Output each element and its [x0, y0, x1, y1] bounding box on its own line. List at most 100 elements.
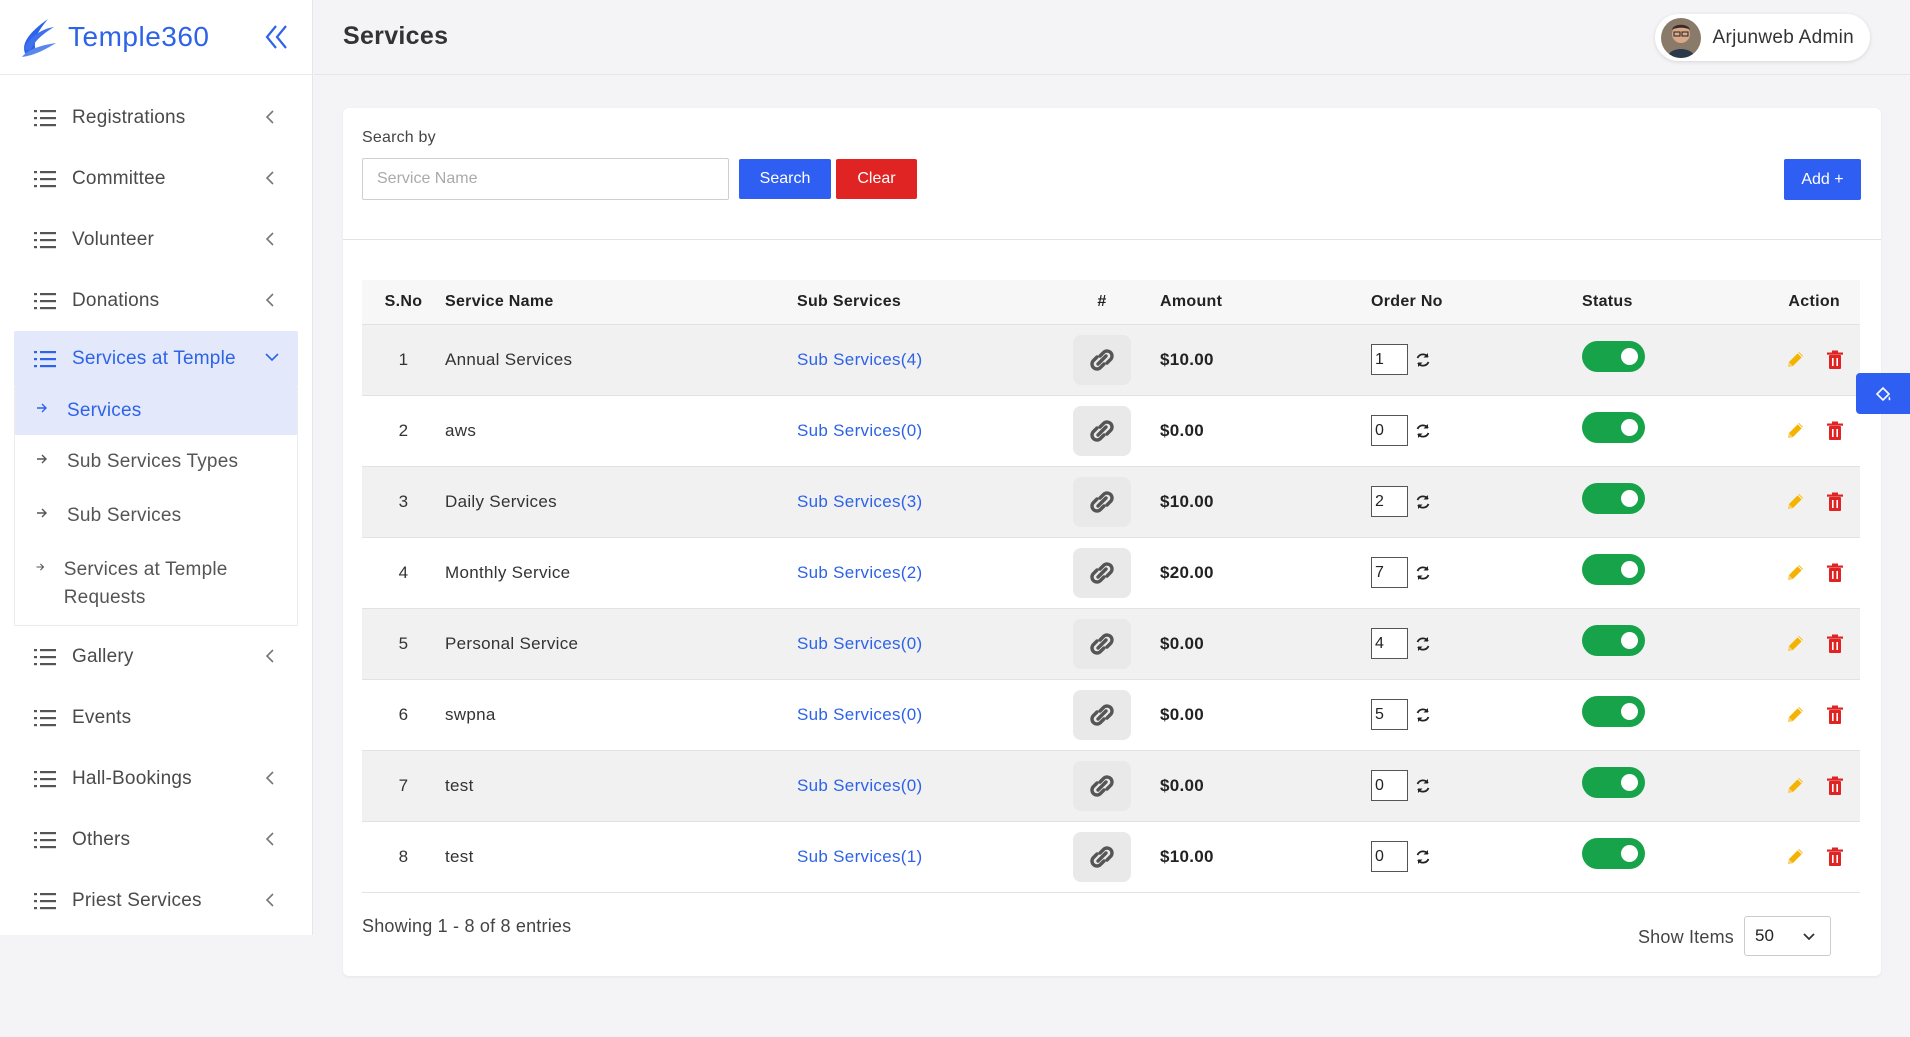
delete-icon[interactable]: [1824, 420, 1846, 442]
status-toggle[interactable]: [1582, 696, 1645, 727]
order-no-input[interactable]: [1371, 841, 1408, 872]
sidebar-subitem-label: Sub Services: [67, 505, 182, 526]
search-button[interactable]: Search: [739, 159, 831, 199]
sidebar-item-donations[interactable]: Donations: [0, 270, 312, 331]
cell-sno: 5: [398, 633, 409, 653]
copy-link-button[interactable]: [1073, 405, 1131, 456]
copy-link-button[interactable]: [1073, 760, 1131, 811]
clear-button[interactable]: Clear: [836, 159, 917, 199]
status-toggle[interactable]: [1582, 767, 1645, 798]
copy-link-button[interactable]: [1073, 476, 1131, 527]
table-row: 4 Monthly Service Sub Services(2) $20.00: [362, 537, 1860, 608]
order-no-input[interactable]: [1371, 770, 1408, 801]
delete-icon[interactable]: [1824, 846, 1846, 868]
order-no-input[interactable]: [1371, 486, 1408, 517]
link-icon: [1090, 845, 1114, 868]
sub-services-link[interactable]: Sub Services(3): [797, 492, 922, 511]
refresh-icon[interactable]: [1414, 564, 1432, 582]
sidebar-item-gallery[interactable]: Gallery: [0, 626, 312, 687]
sidebar: Temple360 Registrations Committee Volunt…: [0, 0, 313, 935]
user-menu[interactable]: Arjunweb Admin: [1654, 14, 1870, 61]
sidebar-subitem-services-requests[interactable]: Services at Temple Requests: [15, 543, 297, 625]
sidebar-item-committee[interactable]: Committee: [0, 148, 312, 209]
list-icon: [34, 770, 56, 787]
status-toggle[interactable]: [1582, 412, 1645, 443]
status-toggle[interactable]: [1582, 838, 1645, 869]
cell-service-name: swpna: [445, 704, 496, 724]
edit-icon[interactable]: [1784, 775, 1806, 797]
sidebar-item-label: Hall-Bookings: [72, 767, 192, 789]
order-no-input[interactable]: [1371, 344, 1408, 375]
copy-link-button[interactable]: [1073, 618, 1131, 669]
sidebar-subitem-services[interactable]: Services: [15, 387, 297, 435]
order-no-input[interactable]: [1371, 699, 1408, 730]
theme-customizer-button[interactable]: [1856, 373, 1910, 414]
copy-link-button[interactable]: [1073, 689, 1131, 740]
cell-service-name: aws: [445, 420, 477, 440]
sub-services-link[interactable]: Sub Services(0): [797, 634, 922, 653]
sidebar-item-services-at-temple[interactable]: Services at Temple: [14, 331, 298, 387]
sidebar-item-volunteer[interactable]: Volunteer: [0, 209, 312, 270]
edit-icon[interactable]: [1784, 491, 1806, 513]
delete-icon[interactable]: [1824, 775, 1846, 797]
order-no-input[interactable]: [1371, 628, 1408, 659]
sidebar-subitem-label: Services at Temple Requests: [63, 559, 228, 608]
delete-icon[interactable]: [1824, 562, 1846, 584]
delete-icon[interactable]: [1824, 633, 1846, 655]
search-input[interactable]: [362, 158, 729, 200]
copy-link-button[interactable]: [1073, 334, 1131, 385]
status-toggle[interactable]: [1582, 483, 1645, 514]
column-header-amount: Amount: [1160, 292, 1223, 310]
status-toggle[interactable]: [1582, 625, 1645, 656]
order-no-input[interactable]: [1371, 415, 1408, 446]
order-no-input[interactable]: [1371, 557, 1408, 588]
page-size-value: 50: [1755, 926, 1774, 945]
delete-icon[interactable]: [1824, 491, 1846, 513]
delete-icon[interactable]: [1824, 349, 1846, 371]
arrow-right-icon: [36, 563, 45, 571]
sidebar-item-hall-bookings[interactable]: Hall-Bookings: [0, 748, 312, 809]
arrow-right-icon: [37, 508, 47, 518]
edit-icon[interactable]: [1784, 349, 1806, 371]
sidebar-subitem-sub-services-types[interactable]: Sub Services Types: [15, 435, 297, 489]
table-row: 8 test Sub Services(1) $10.00: [362, 821, 1860, 892]
sidebar-item-others[interactable]: Others: [0, 809, 312, 870]
cell-amount: $0.00: [1160, 704, 1205, 724]
list-icon: [34, 351, 56, 368]
edit-icon[interactable]: [1784, 562, 1806, 584]
sidebar-item-label: Events: [72, 706, 132, 728]
chevron-left-icon: [265, 110, 274, 124]
edit-icon[interactable]: [1784, 704, 1806, 726]
status-toggle[interactable]: [1582, 554, 1645, 585]
edit-icon[interactable]: [1784, 633, 1806, 655]
refresh-icon[interactable]: [1414, 422, 1432, 440]
sub-services-link[interactable]: Sub Services(1): [797, 847, 922, 866]
refresh-icon[interactable]: [1414, 351, 1432, 369]
delete-icon[interactable]: [1824, 704, 1846, 726]
copy-link-button[interactable]: [1073, 547, 1131, 598]
refresh-icon[interactable]: [1414, 777, 1432, 795]
sidebar-item-registrations[interactable]: Registrations: [0, 87, 312, 148]
refresh-icon[interactable]: [1414, 848, 1432, 866]
edit-icon[interactable]: [1784, 420, 1806, 442]
sub-services-link[interactable]: Sub Services(0): [797, 705, 922, 724]
refresh-icon[interactable]: [1414, 635, 1432, 653]
refresh-icon[interactable]: [1414, 493, 1432, 511]
sidebar-item-priest-services[interactable]: Priest Services: [0, 870, 312, 931]
collapse-sidebar-icon[interactable]: [264, 22, 290, 52]
sub-services-link[interactable]: Sub Services(4): [797, 350, 922, 369]
sub-services-link[interactable]: Sub Services(0): [797, 776, 922, 795]
sidebar-subitem-sub-services[interactable]: Sub Services: [15, 489, 297, 543]
refresh-icon[interactable]: [1414, 706, 1432, 724]
status-toggle[interactable]: [1582, 341, 1645, 372]
sub-services-link[interactable]: Sub Services(0): [797, 421, 922, 440]
cell-service-name: Annual Services: [445, 349, 573, 369]
sub-services-link[interactable]: Sub Services(2): [797, 563, 922, 582]
sidebar-item-label: Services at Temple: [72, 348, 236, 369]
list-icon: [34, 109, 56, 126]
copy-link-button[interactable]: [1073, 831, 1131, 882]
page-size-select[interactable]: 50: [1744, 916, 1831, 956]
sidebar-item-events[interactable]: Events: [0, 687, 312, 748]
add-button[interactable]: Add +: [1784, 159, 1861, 200]
edit-icon[interactable]: [1784, 846, 1806, 868]
